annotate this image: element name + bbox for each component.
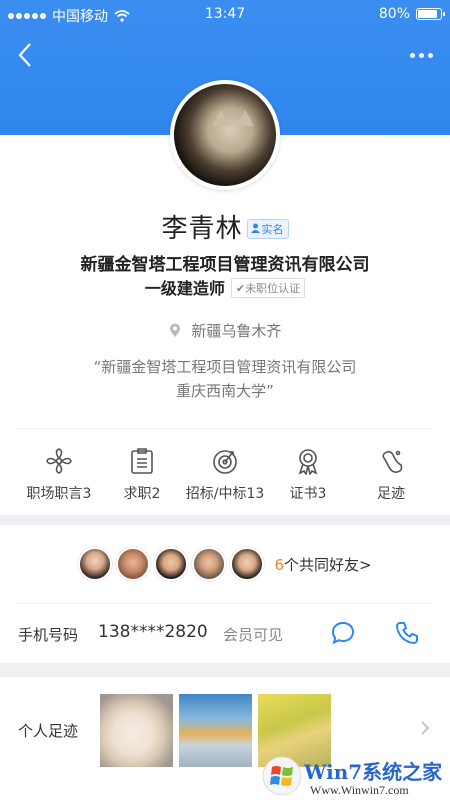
- clipboard-icon: [131, 448, 153, 474]
- person-icon: [250, 223, 260, 233]
- pinwheel-icon: [46, 448, 72, 474]
- watermark-brand: Win7系统之家: [304, 760, 443, 784]
- location-text: 新疆乌鲁木齐: [191, 322, 282, 340]
- stat-certificates[interactable]: 证书3: [267, 429, 349, 513]
- verified-badge: 实名: [246, 219, 289, 239]
- watermark-url: Www.Winwin7.com: [310, 783, 409, 797]
- phone-label: 手机号码: [18, 626, 79, 644]
- back-button[interactable]: [14, 40, 38, 70]
- cert-status-badge[interactable]: ✔未职位认证: [230, 278, 306, 298]
- stat-footprints[interactable]: 足迹: [350, 429, 432, 513]
- friend-avatar[interactable]: [230, 547, 265, 581]
- mutual-friends-row[interactable]: 6个共同好友>: [0, 547, 450, 581]
- job-title: 一级建造师: [144, 279, 225, 298]
- chevron-left-icon: [18, 43, 31, 67]
- company-name: 新疆金智塔工程项目管理资讯有限公司: [80, 255, 370, 275]
- user-name: 李青林: [161, 214, 243, 244]
- stat-workplace-posts[interactable]: 职场职言3: [18, 429, 100, 513]
- mutual-friends-link[interactable]: 6个共同好友>: [274, 554, 371, 575]
- location: 新疆乌鲁木齐: [0, 320, 450, 341]
- location-pin-icon: [169, 323, 180, 337]
- stat-bidding[interactable]: 招标/中标13: [184, 429, 266, 513]
- windows-logo-icon: [262, 756, 302, 796]
- phone-number: 138****2820: [98, 622, 208, 642]
- battery-percent: 80%: [378, 6, 410, 22]
- chat-bubble-icon: [331, 621, 355, 645]
- friend-avatar[interactable]: [116, 547, 151, 581]
- stats-bar: 职场职言3 求职2 招标/中标13 证书3 足迹: [18, 428, 432, 513]
- more-options-button[interactable]: [410, 48, 436, 62]
- friend-avatar[interactable]: [154, 547, 189, 581]
- footprint-icon: [382, 450, 403, 473]
- footprint-photo-lake[interactable]: [179, 694, 252, 767]
- phone-row: 手机号码 138****2820 会员可见: [18, 603, 432, 663]
- footprint-label: 个人足迹: [18, 722, 79, 740]
- medal-icon: [298, 449, 318, 475]
- stat-job-seeking[interactable]: 求职2: [101, 429, 183, 513]
- watermark: Win7系统之家 Www.Winwin7.com: [262, 752, 450, 800]
- phone-icon: [395, 622, 418, 645]
- friend-avatar[interactable]: [78, 547, 113, 581]
- avatar[interactable]: [170, 80, 280, 190]
- quote-line-2: 重庆西南大学”: [176, 382, 274, 400]
- friend-avatar[interactable]: [192, 547, 227, 581]
- footprint-photo-kitten[interactable]: [100, 694, 173, 767]
- message-button[interactable]: [330, 620, 356, 646]
- profile-quote: “新疆金智塔工程项目管理资讯有限公司 重庆西南大学”: [0, 355, 450, 403]
- chevron-right-icon: [421, 721, 430, 735]
- quote-line-1: “新疆金智塔工程项目管理资讯有限公司: [93, 358, 357, 376]
- status-bar: 中国移动 13:47 80%: [0, 0, 450, 30]
- members-only-note: 会员可见: [223, 626, 284, 644]
- mutual-friends-section: 6个共同好友> 手机号码 138****2820 会员可见: [0, 525, 450, 663]
- battery-icon: [416, 8, 445, 20]
- target-icon: [213, 450, 237, 474]
- call-button[interactable]: [394, 620, 420, 646]
